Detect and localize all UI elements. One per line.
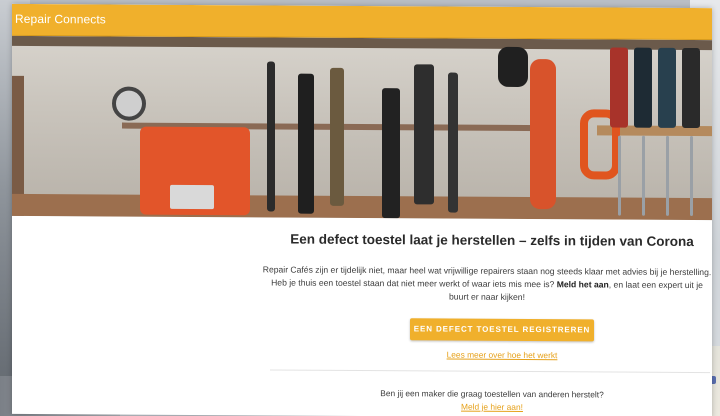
screwdriver-shaft-icon [618,135,621,216]
screwdriver-icon [267,61,275,212]
maker-question: Ben jij een maker die graag toestellen v… [380,388,604,400]
pressure-gauge-icon [112,86,146,121]
screwdriver-handle-icon [634,47,652,128]
screwdriver-shaft-icon [642,135,645,216]
learn-more-link[interactable]: Lees meer over hoe het werkt [410,349,594,361]
section-divider [270,369,710,374]
brand-logo-text[interactable]: Repair Connects [15,12,106,27]
screwdriver-icon [382,88,400,219]
file-icon [330,67,344,206]
top-navigation-bar: Repair Connects [12,3,712,41]
wrench-icon [530,59,556,210]
tool-bag-label-icon [170,184,214,210]
screwdriver-handle-icon [682,47,700,129]
intro-report-link[interactable]: Meld het aan [557,279,609,289]
register-device-button[interactable]: EEN DEFECT TOESTEL REGISTREREN [410,318,594,342]
hero-workbench [12,193,712,221]
screwdriver-icon [298,73,314,214]
maker-signup-link[interactable]: Meld je hier aan! [342,401,642,413]
hero-image [12,35,712,221]
screwdriver-shaft-icon [690,136,693,217]
screwdriver-handle-icon [610,47,628,128]
intro-paragraph: Repair Cafés zijn er tijdelijk niet, maa… [262,263,712,305]
browser-viewport: Repair Connects Een defect toestel laat … [12,3,712,416]
hammer-icon [414,64,434,205]
pliers-icon [498,46,528,88]
screwdriver-shaft-icon [666,135,669,216]
page-headline: Een defect toestel laat je herstellen – … [290,231,694,250]
screwdriver-handle-icon [658,47,676,128]
screwdriver-icon [448,72,458,213]
